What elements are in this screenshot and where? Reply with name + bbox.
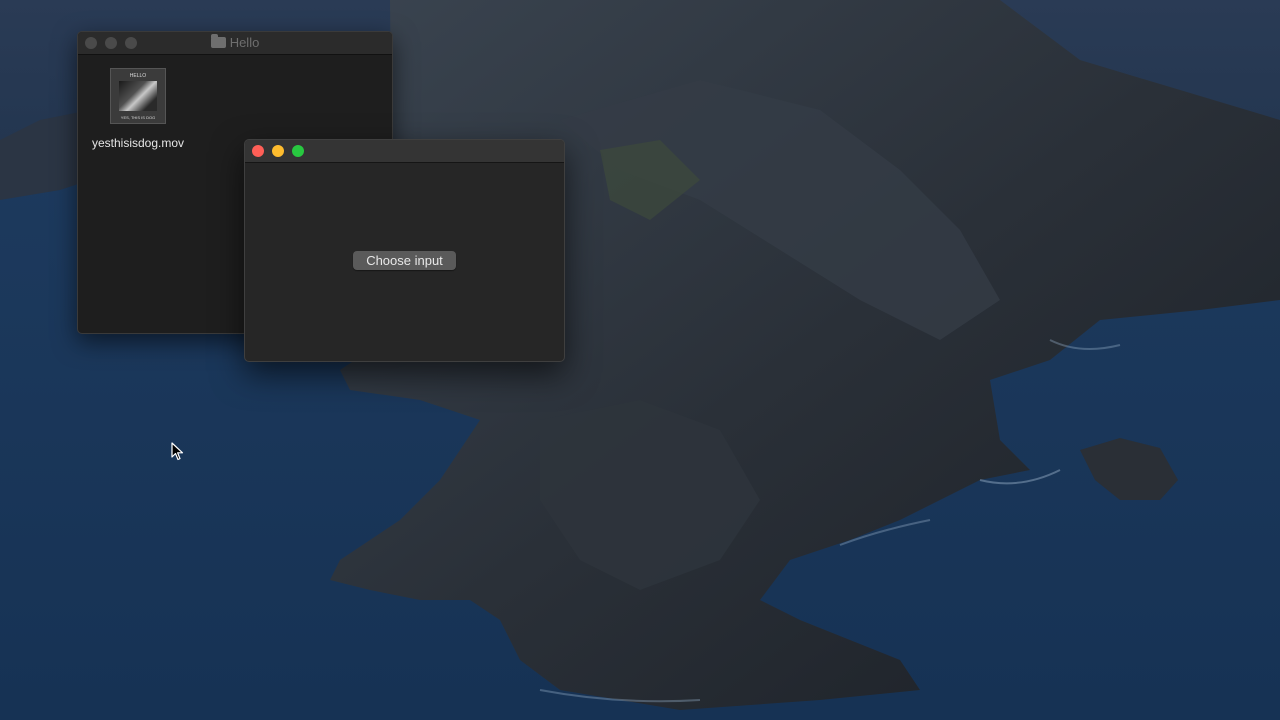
finder-title: Hello: [78, 32, 392, 54]
finder-title-text: Hello: [229, 35, 260, 50]
app-titlebar[interactable]: [245, 140, 564, 163]
choose-input-button[interactable]: Choose input: [353, 251, 456, 270]
app-window[interactable]: Choose input: [244, 139, 565, 362]
video-thumbnail-icon[interactable]: HELLO YES, THIS IS DOG: [110, 68, 166, 124]
file-item-yesthisisdog[interactable]: HELLO YES, THIS IS DOG yesthisisdog.mov: [86, 68, 190, 150]
maximize-button[interactable]: [292, 145, 304, 157]
close-button[interactable]: [252, 145, 264, 157]
mouse-cursor-icon: [171, 442, 184, 461]
minimize-button[interactable]: [272, 145, 284, 157]
finder-titlebar[interactable]: Hello: [78, 32, 392, 55]
thumbnail-image: [119, 81, 157, 111]
thumbnail-text-top: HELLO: [129, 73, 147, 79]
file-name-label[interactable]: yesthisisdog.mov: [86, 136, 190, 150]
folder-icon: [210, 34, 226, 48]
thumbnail-text-bottom: YES, THIS IS DOG: [120, 115, 156, 120]
